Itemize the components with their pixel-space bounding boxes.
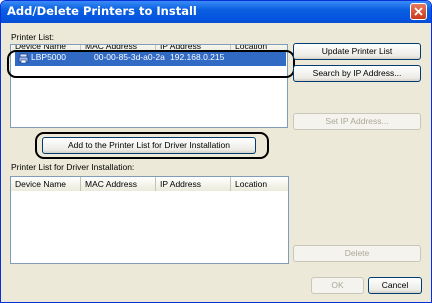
- delete-button[interactable]: Delete: [293, 245, 421, 262]
- title-bar[interactable]: Add/Delete Printers to Install: [1, 1, 431, 23]
- driver-list-label: Printer List for Driver Installation:: [11, 162, 135, 172]
- add-button-highlight-oval: [35, 132, 269, 159]
- driver-list-col-mac[interactable]: MAC Address: [81, 177, 156, 191]
- search-by-ip-button[interactable]: Search by IP Address...: [293, 65, 421, 82]
- close-button[interactable]: [410, 3, 427, 20]
- printer-list-label: Printer List:: [11, 32, 54, 42]
- ok-button[interactable]: OK: [311, 277, 364, 294]
- driver-list-col-ip[interactable]: IP Address: [156, 177, 231, 191]
- dialog-window: Add/Delete Printers to Install Printer L…: [0, 0, 432, 303]
- driver-list-col-device[interactable]: Device Name: [11, 177, 81, 191]
- close-icon: [414, 7, 423, 16]
- window-title: Add/Delete Printers to Install: [7, 4, 197, 18]
- driver-list-col-location[interactable]: Location: [231, 177, 288, 191]
- update-printer-list-button[interactable]: Update Printer List: [293, 43, 421, 60]
- cancel-button[interactable]: Cancel: [368, 277, 422, 294]
- printer-row-highlight-oval: [7, 50, 295, 78]
- driver-install-list[interactable]: Device Name MAC Address IP Address Locat…: [10, 176, 289, 264]
- set-ip-address-button[interactable]: Set IP Address...: [293, 113, 421, 130]
